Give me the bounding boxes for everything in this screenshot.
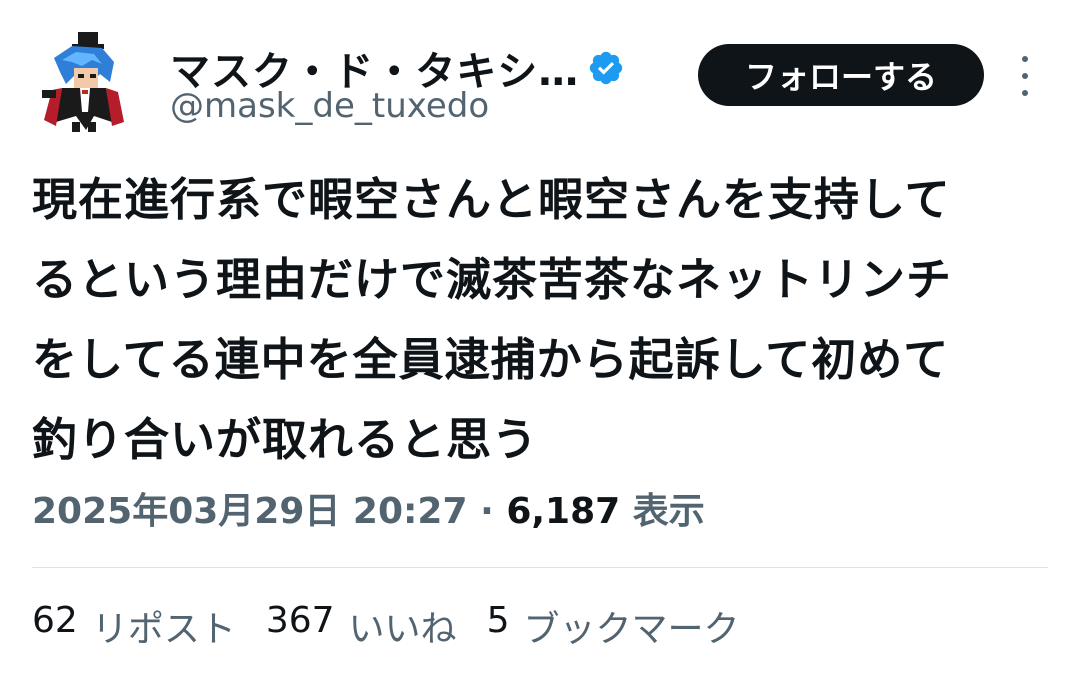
tweet-meta: 2025年03月29日 20:27 · 6,187 表示 bbox=[32, 482, 705, 534]
meta-separator: · bbox=[480, 491, 494, 532]
tweet-timestamp[interactable]: 2025年03月29日 20:27 bbox=[32, 491, 468, 532]
more-vertical-icon[interactable] bbox=[1010, 56, 1040, 96]
avatar[interactable] bbox=[32, 30, 128, 134]
views-count: 6,187 bbox=[506, 491, 621, 532]
more-dot bbox=[1022, 90, 1028, 96]
views-label: 表示 bbox=[632, 491, 705, 532]
stat-reposts[interactable]: 62 リポスト bbox=[32, 600, 236, 652]
stat-count: 367 bbox=[265, 600, 335, 641]
divider bbox=[32, 567, 1048, 568]
verified-badge-icon bbox=[589, 51, 623, 85]
stat-label: いいね bbox=[348, 609, 457, 650]
tweet-text: 現在進行系で暇空さんと暇空さんを支持して るという理由だけで滅茶苦茶なネットリン… bbox=[32, 173, 953, 466]
engagement-stats: 62 リポスト 367 いいね 5 ブックマーク bbox=[32, 600, 739, 652]
author-handle[interactable]: @mask_de_tuxedo bbox=[170, 86, 489, 126]
stat-label: リポスト bbox=[91, 609, 236, 650]
follow-button[interactable]: フォローする bbox=[698, 44, 984, 106]
more-dot bbox=[1022, 73, 1028, 79]
stat-label: ブックマーク bbox=[523, 609, 740, 650]
stat-count: 62 bbox=[32, 600, 78, 641]
stat-bookmarks[interactable]: 5 ブックマーク bbox=[487, 600, 740, 652]
avatar-image bbox=[34, 32, 124, 132]
stat-count: 5 bbox=[486, 600, 510, 641]
more-dot bbox=[1022, 56, 1028, 62]
stat-likes[interactable]: 367 いいね bbox=[266, 600, 457, 652]
